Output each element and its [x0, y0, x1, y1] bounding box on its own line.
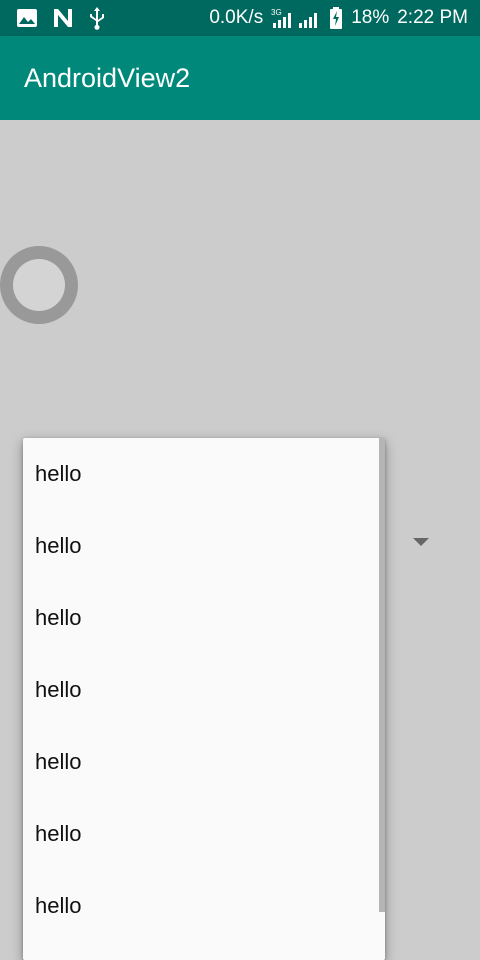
signal-icon: 3G: [271, 7, 321, 29]
list-item[interactable]: hello: [23, 726, 385, 798]
battery-percent: 18%: [351, 7, 390, 28]
status-bar-right: 0.0K/s 3G 18% 2:22 PM: [209, 7, 480, 29]
spinner-dropdown-list[interactable]: hello hello hello hello hello hello hell…: [23, 438, 385, 960]
app-bar: AndroidView2: [0, 36, 480, 120]
svg-text:3G: 3G: [271, 8, 282, 17]
net-speed: 0.0K/s: [209, 7, 264, 28]
n-icon: [52, 7, 74, 29]
list-item[interactable]: hello: [23, 438, 385, 510]
list-item[interactable]: hello: [23, 582, 385, 654]
scrollbar[interactable]: [379, 438, 385, 912]
radio-button-inner: [13, 259, 65, 311]
app-title: AndroidView2: [24, 62, 191, 93]
list-item[interactable]: hello: [23, 798, 385, 870]
list-item[interactable]: hello: [23, 510, 385, 582]
list-item[interactable]: hello: [23, 654, 385, 726]
status-bar: 0.0K/s 3G 18% 2:22 PM: [0, 0, 480, 36]
clock: 2:22 PM: [397, 7, 468, 28]
battery-charging-icon: [329, 7, 343, 29]
spinner-dropdown-arrow-icon[interactable]: [413, 538, 429, 546]
status-bar-left: [0, 6, 106, 30]
image-icon: [16, 8, 38, 28]
list-item[interactable]: hello: [23, 870, 385, 942]
usb-icon: [88, 6, 106, 30]
radio-button[interactable]: [0, 246, 78, 324]
